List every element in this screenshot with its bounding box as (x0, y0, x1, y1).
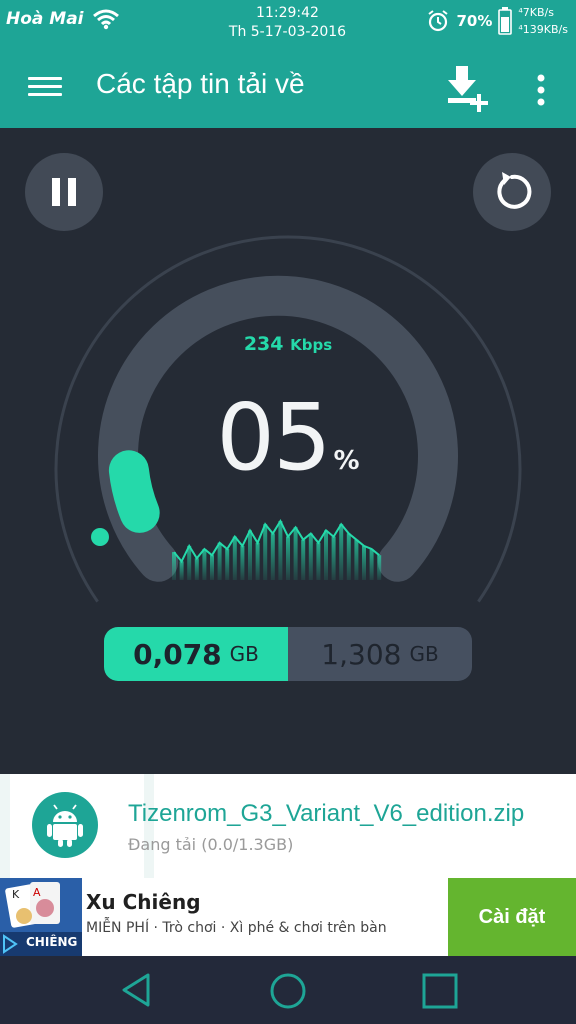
speed-graph-bar (225, 549, 230, 580)
svg-text:A: A (33, 886, 41, 899)
carrier-name: Hoà Mai (6, 9, 84, 29)
add-download-icon[interactable] (444, 64, 492, 114)
speed-graph-bar (308, 533, 313, 580)
status-datetime: 11:29:42 Th 5-17-03-2016 (220, 4, 355, 42)
navigation-bar (0, 956, 576, 1024)
alarm-icon (428, 10, 449, 32)
total-value: 1,308 (321, 637, 402, 671)
speed-graph (172, 519, 382, 580)
speed-graph-bar (324, 530, 328, 580)
more-options-icon[interactable] (530, 70, 552, 110)
download-speed-label: 234 Kbps (200, 333, 376, 355)
network-speed: ⁴7KB/s ⁴139KB/s (518, 4, 568, 38)
page-title: Các tập tin tải về (96, 68, 305, 99)
speed-graph-bar (232, 536, 237, 580)
upload-speed: ⁴7KB/s (518, 6, 554, 19)
gauge-start-dot (91, 528, 109, 546)
progress-percent: 05% (180, 384, 396, 491)
status-right: 70% ⁴7KB/s ⁴139KB/s (426, 4, 568, 38)
total-size: 1,308 GB (288, 627, 472, 681)
speed-graph-bar (362, 545, 366, 580)
size-summary: 0,078 GB 1,308 GB (104, 627, 472, 681)
install-button[interactable]: Cài đặt (448, 878, 576, 956)
battery-percent: 70% (456, 12, 493, 30)
home-icon[interactable] (269, 972, 307, 1010)
svg-text:K: K (12, 888, 20, 901)
speed-graph-bar (210, 555, 214, 580)
speed-graph-bar (217, 542, 222, 580)
downloaded-unit: GB (229, 642, 259, 666)
speed-graph-bar (339, 524, 344, 580)
speed-graph-bar (179, 561, 184, 580)
speed-graph-bar (286, 536, 290, 580)
ad-icon-label: CHIÊNG (26, 935, 78, 949)
speed-graph-bar (255, 542, 260, 580)
speed-graph-bar (248, 530, 252, 580)
speed-graph-bar (354, 539, 359, 580)
status-date: Th 5-17-03-2016 (228, 24, 347, 40)
downloaded-size: 0,078 GB (104, 627, 288, 681)
speed-value: 234 (243, 333, 284, 355)
percent-symbol: % (333, 446, 360, 476)
gauge-progress-arc (108, 450, 160, 533)
download-speed: ⁴139KB/s (518, 23, 568, 36)
recent-apps-icon[interactable] (421, 972, 459, 1010)
speed-graph-bar (331, 536, 336, 580)
back-icon[interactable] (118, 970, 154, 1010)
wifi-icon (92, 9, 119, 30)
speed-graph-bar (346, 533, 351, 580)
speed-graph-bar (202, 549, 207, 580)
status-left: Hoà Mai (6, 8, 120, 30)
app-bar: Các tập tin tải về (0, 50, 576, 128)
total-unit: GB (409, 642, 439, 666)
speed-unit: Kbps (290, 336, 333, 354)
android-file-icon (32, 792, 98, 858)
downloaded-value: 0,078 (133, 637, 222, 671)
status-bar: Hoà Mai 11:29:42 Th 5-17-03-2016 70% ⁴7K… (0, 0, 576, 50)
speed-graph-bar (172, 552, 176, 580)
file-status: Đang tải (0.0/1.3GB) (128, 835, 294, 854)
speed-graph-bar (316, 542, 321, 580)
percent-value: 05 (216, 384, 331, 491)
ad-app-icon: A K CHIÊNG (0, 878, 82, 956)
speed-graph-bar (301, 539, 306, 580)
speed-graph-bar (263, 524, 268, 580)
speed-graph-bar (270, 533, 275, 580)
file-name: Tizenrom_G3_Variant_V6_edition.zip (128, 800, 525, 827)
speed-graph-bar (278, 521, 283, 580)
battery-icon (498, 7, 513, 35)
speed-graph-bar (377, 555, 382, 580)
ad-title: Xu Chiêng (86, 890, 201, 914)
speed-graph-bar (369, 549, 374, 580)
speed-graph-bar (194, 558, 199, 580)
speed-graph-bar (293, 527, 298, 580)
ad-subtitle: MIỄN PHÍ · Trò chơi · Xì phé & chơi trên… (86, 920, 387, 936)
menu-icon[interactable] (28, 72, 62, 106)
status-time: 11:29:42 (256, 5, 319, 21)
speed-graph-bar (240, 545, 245, 580)
ad-banner[interactable]: A K CHIÊNG Xu Chiêng MIỄN PHÍ · Trò chơi… (0, 878, 576, 956)
